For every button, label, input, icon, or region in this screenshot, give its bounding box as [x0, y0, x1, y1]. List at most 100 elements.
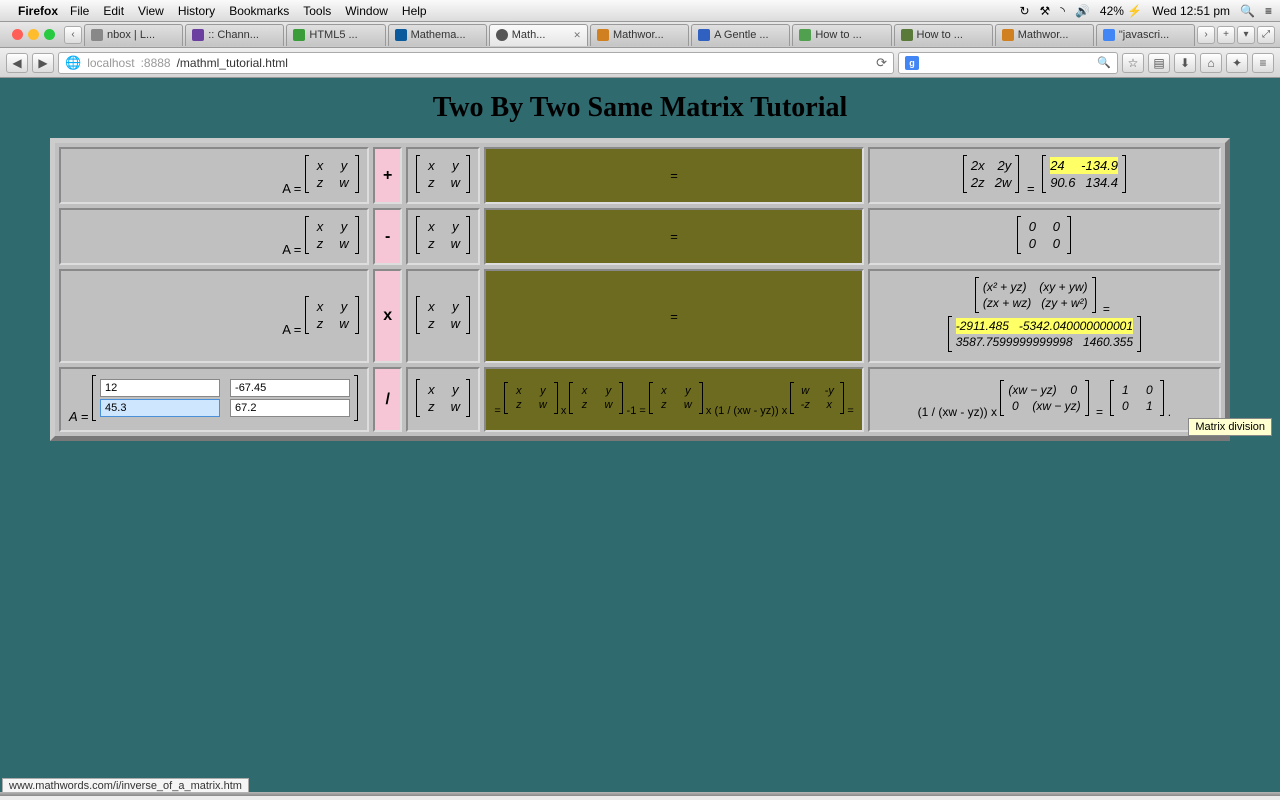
hamburger-menu-icon[interactable]: ≡ [1252, 53, 1274, 73]
equals-cell: = [484, 208, 863, 265]
spotlight-icon[interactable]: 🔍 [1240, 4, 1255, 18]
reload-icon[interactable]: ⟳ [876, 55, 887, 71]
home-icon[interactable]: ⌂ [1200, 53, 1222, 73]
browser-tab-strip: ‹ nbox | L... :: Chann... HTML5 ... Math… [0, 22, 1280, 48]
address-bar[interactable]: 🌐 localhost:8888/mathml_tutorial.html ⟳ [58, 52, 894, 74]
equals-cell: = [484, 147, 863, 204]
url-host: localhost [87, 56, 134, 70]
favicon-icon [395, 29, 407, 41]
tab-item[interactable]: How to ... [792, 24, 891, 46]
tab-item[interactable]: HTML5 ... [286, 24, 385, 46]
site-identity-icon[interactable]: 🌐 [65, 55, 81, 71]
operator-div[interactable]: / [373, 367, 402, 432]
lhs-cell: A = xyzw [59, 147, 369, 204]
matrix-input-d[interactable] [230, 399, 350, 417]
equals-cell: = [484, 269, 863, 363]
favicon-icon [1103, 29, 1115, 41]
lhs-cell: A = xyzw [59, 208, 369, 265]
downloads-icon[interactable]: ⬇ [1174, 53, 1196, 73]
favicon-icon [698, 29, 710, 41]
operand-cell: xyzw [406, 147, 480, 204]
operator-add: + [373, 147, 402, 204]
menu-tools[interactable]: Tools [303, 4, 331, 18]
table-row: A = xyzw + xyzw = 2x2y2z2w = 24-134.990.… [59, 147, 1221, 204]
app-name[interactable]: Firefox [18, 4, 58, 18]
tab-item[interactable]: How to ... [894, 24, 993, 46]
bluetooth-icon[interactable]: ⚒ [1040, 4, 1051, 18]
tab-item[interactable]: :: Chann... [185, 24, 284, 46]
battery-status[interactable]: 42% ⚡ [1100, 4, 1142, 18]
tab-item-active[interactable]: Math...✕ [489, 24, 588, 46]
bookmark-star-icon[interactable]: ☆ [1122, 53, 1144, 73]
google-icon: g [905, 56, 919, 70]
back-button[interactable]: ◀ [6, 53, 28, 73]
wifi-icon[interactable]: ◝ [1060, 4, 1065, 18]
zoom-window-button[interactable] [44, 29, 55, 40]
close-tab-icon[interactable]: ✕ [573, 30, 581, 41]
tab-item[interactable]: Mathwor... [590, 24, 689, 46]
search-box[interactable]: g 🔍 [898, 52, 1118, 74]
extension-icon[interactable]: ✦ [1226, 53, 1248, 73]
volume-icon[interactable]: 🔊 [1075, 4, 1090, 18]
minimize-window-button[interactable] [28, 29, 39, 40]
result-cell: (x² + yz)(xy + yw)(zx + wz)(zy + w²) = -… [868, 269, 1221, 363]
close-window-button[interactable] [12, 29, 23, 40]
table-row: A = / xyzw = xyzw x xyzw -1 = xyzw x (1 … [59, 367, 1221, 432]
favicon-icon [91, 29, 103, 41]
result-cell: 2x2y2z2w = 24-134.990.6134.4 [868, 147, 1221, 204]
table-row: A = xyzw - xyzw = 0000 [59, 208, 1221, 265]
menu-help[interactable]: Help [402, 4, 427, 18]
menu-bookmarks[interactable]: Bookmarks [229, 4, 289, 18]
matrix-input-b[interactable] [230, 379, 350, 397]
fullscreen-button[interactable]: ⤢ [1257, 26, 1275, 44]
matrix-operations-table: A = xyzw + xyzw = 2x2y2z2w = 24-134.990.… [55, 143, 1225, 436]
favicon-icon [496, 29, 508, 41]
menu-view[interactable]: View [138, 4, 164, 18]
operand-cell: xyzw [406, 208, 480, 265]
tab-scroll-right[interactable]: › [1197, 26, 1215, 44]
matrix-table-wrapper: A = xyzw + xyzw = 2x2y2z2w = 24-134.990.… [50, 138, 1230, 441]
macos-menubar: Firefox File Edit View History Bookmarks… [0, 0, 1280, 22]
tooltip: Matrix division [1188, 418, 1272, 436]
result-cell: 0000 [868, 208, 1221, 265]
new-tab-button[interactable]: + [1217, 26, 1235, 44]
tab-item[interactable]: nbox | L... [84, 24, 183, 46]
lhs-cell: A = xyzw [59, 269, 369, 363]
favicon-icon [901, 29, 913, 41]
library-icon[interactable]: ▤ [1148, 53, 1170, 73]
matrix-input-c[interactable] [100, 399, 220, 417]
derivation-cell: = xyzw x xyzw -1 = xyzw x (1 / (xw - yz)… [484, 367, 863, 432]
favicon-icon [799, 29, 811, 41]
notification-center-icon[interactable]: ≡ [1265, 4, 1272, 18]
menu-window[interactable]: Window [345, 4, 388, 18]
page-viewport: Two By Two Same Matrix Tutorial A = xyzw… [0, 78, 1280, 796]
tab-item[interactable]: A Gentle ... [691, 24, 790, 46]
operator-sub: - [373, 208, 402, 265]
tab-scroll-left[interactable]: ‹ [64, 26, 82, 44]
search-icon[interactable]: 🔍 [1097, 56, 1111, 69]
favicon-icon [293, 29, 305, 41]
window-controls [12, 29, 55, 40]
favicon-icon [597, 29, 609, 41]
table-row: A = xyzw x xyzw = (x² + yz)(xy + yw)(zx … [59, 269, 1221, 363]
operand-cell: xyzw [406, 367, 480, 432]
timemachine-icon[interactable]: ↻ [1019, 4, 1029, 18]
menu-edit[interactable]: Edit [103, 4, 124, 18]
matrix-input-a[interactable] [100, 379, 220, 397]
tab-list-button[interactable]: ▾ [1237, 26, 1255, 44]
browser-toolbar: ◀ ▶ 🌐 localhost:8888/mathml_tutorial.htm… [0, 48, 1280, 78]
clock[interactable]: Wed 12:51 pm [1152, 4, 1230, 18]
favicon-icon [192, 29, 204, 41]
tab-item[interactable]: Mathema... [388, 24, 487, 46]
result-cell: (1 / (xw - yz)) x (xw − yz)00(xw − yz) =… [868, 367, 1221, 432]
forward-button[interactable]: ▶ [32, 53, 54, 73]
page-title: Two By Two Same Matrix Tutorial [0, 78, 1280, 134]
tab-item[interactable]: "javascri... [1096, 24, 1195, 46]
operator-mul: x [373, 269, 402, 363]
macos-dock[interactable] [0, 792, 1280, 796]
operand-cell: xyzw [406, 269, 480, 363]
menu-file[interactable]: File [70, 4, 89, 18]
lhs-inputs-cell: A = [59, 367, 369, 432]
tab-item[interactable]: Mathwor... [995, 24, 1094, 46]
menu-history[interactable]: History [178, 4, 215, 18]
